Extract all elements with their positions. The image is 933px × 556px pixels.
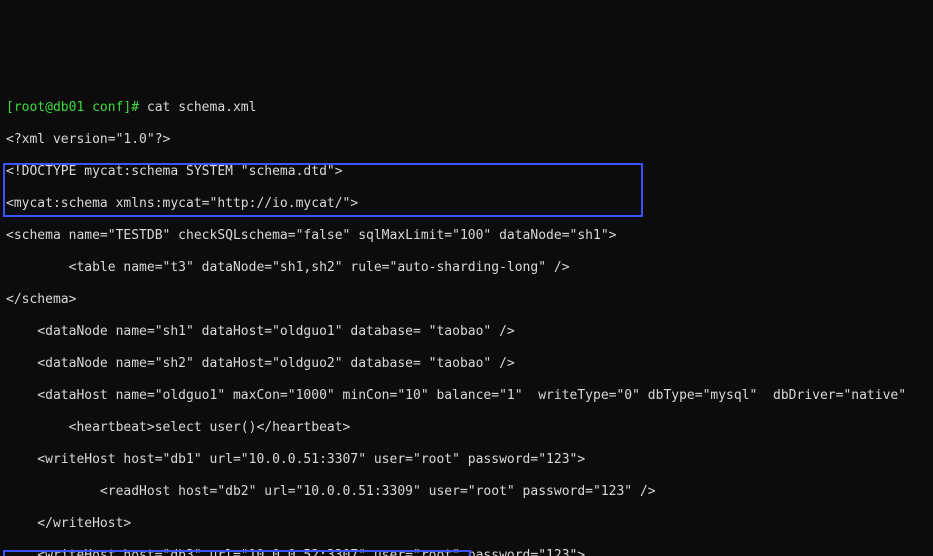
output-line: <writeHost host="db1" url="10.0.0.51:330… (6, 452, 927, 468)
output-line: <writeHost host="db3" url="10.0.0.52:330… (6, 548, 927, 556)
output-line: <!DOCTYPE mycat:schema SYSTEM "schema.dt… (6, 164, 927, 180)
output-line: <?xml version="1.0"?> (6, 132, 927, 148)
prompt-line: [root@db01 conf]# cat schema.xml (6, 100, 927, 116)
output-line: <heartbeat>select user()</heartbeat> (6, 420, 927, 436)
output-line: <schema name="TESTDB" checkSQLschema="fa… (6, 228, 927, 244)
output-line: </writeHost> (6, 516, 927, 532)
output-line: <mycat:schema xmlns:mycat="http://io.myc… (6, 196, 927, 212)
prompt: [root@db01 conf]# (6, 100, 147, 115)
output-line: <dataNode name="sh2" dataHost="oldguo2" … (6, 356, 927, 372)
output-line: <table name="t3" dataNode="sh1,sh2" rule… (6, 260, 927, 276)
command: cat schema.xml (147, 100, 257, 115)
output-line: </schema> (6, 292, 927, 308)
output-line: <dataNode name="sh1" dataHost="oldguo1" … (6, 324, 927, 340)
output-line: <dataHost name="oldguo1" maxCon="1000" m… (6, 388, 927, 404)
terminal[interactable]: [root@db01 conf]# cat schema.xml <?xml v… (0, 80, 933, 556)
output-line: <readHost host="db2" url="10.0.0.51:3309… (6, 484, 927, 500)
